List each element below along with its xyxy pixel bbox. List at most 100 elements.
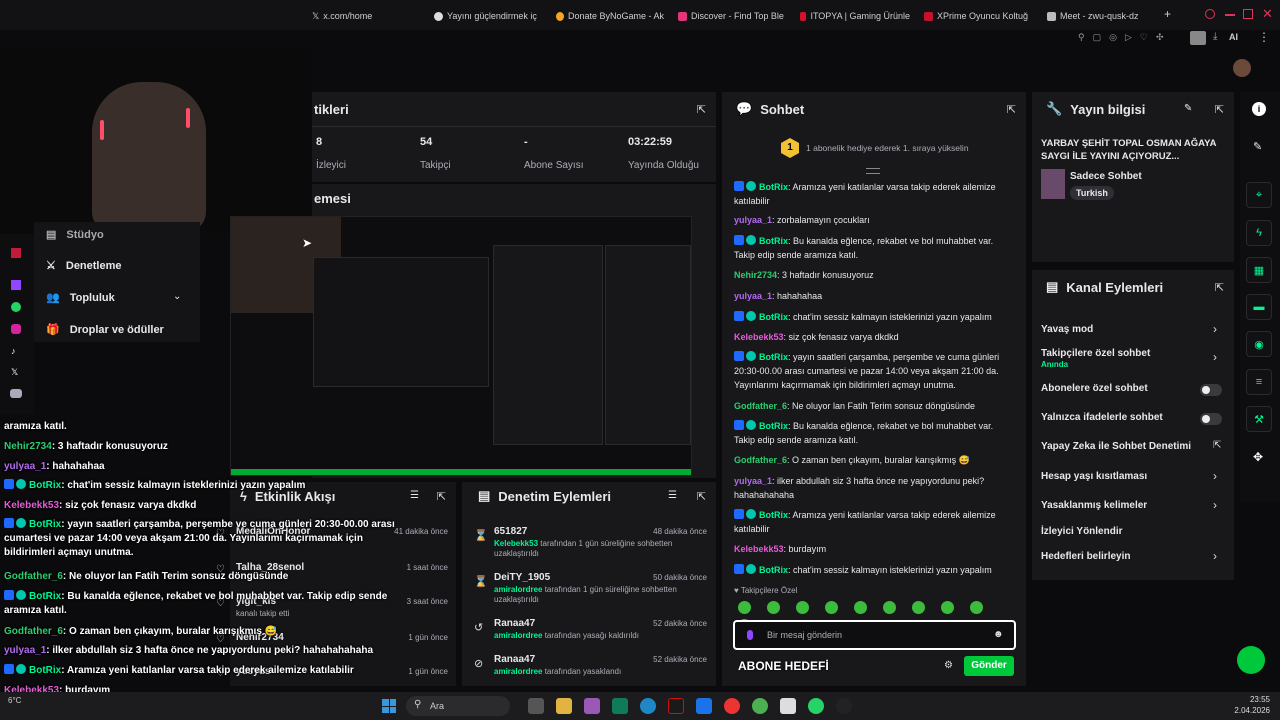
headset-button[interactable]: [1237, 646, 1265, 674]
send-button[interactable]: Gönder: [964, 656, 1014, 676]
clipboard-icon[interactable]: ▦: [1246, 257, 1272, 283]
popout-icon[interactable]: ⇱: [697, 490, 706, 503]
emote-icon[interactable]: [912, 601, 925, 614]
channel-action-item[interactable]: İzleyici Yönlendir: [1041, 526, 1123, 537]
emote-icon[interactable]: [883, 601, 896, 614]
clock-time[interactable]: 23:55: [1222, 695, 1270, 704]
channel-action-item[interactable]: Hesap yaşı kısıtlaması: [1041, 471, 1147, 482]
mod-actor[interactable]: amiralordree: [494, 631, 542, 640]
chat-username[interactable]: Godfather_6: [734, 401, 787, 411]
new-tab-button[interactable]: +: [1164, 7, 1176, 21]
emote-icon[interactable]: [825, 601, 838, 614]
heart-icon[interactable]: ♡: [1140, 32, 1148, 44]
chat-username[interactable]: yulyaa_1: [734, 476, 772, 486]
broadcast-icon[interactable]: ◉: [1246, 331, 1272, 357]
channel-action-item[interactable]: Yalnızca ifadelerle sohbet: [1041, 412, 1163, 423]
tag-badge[interactable]: Turkish: [1070, 186, 1114, 200]
chat-username[interactable]: BotRix: [759, 182, 788, 192]
mail-icon[interactable]: [11, 248, 21, 258]
chat-icon[interactable]: ▬: [1246, 294, 1272, 320]
mod-target[interactable]: Ranaa47: [494, 618, 535, 629]
chat-username[interactable]: BotRix: [759, 236, 788, 246]
settings-icon[interactable]: ⚙: [944, 660, 953, 671]
toggle-switch[interactable]: [1200, 384, 1222, 396]
play-icon[interactable]: ▷: [1125, 32, 1132, 44]
close-icon[interactable]: ✕: [1262, 6, 1273, 22]
tab-xprime[interactable]: XPrime Oyuncu Koltuğ: [924, 9, 1032, 23]
taskbar-search[interactable]: ⚲ Ara: [406, 696, 510, 716]
wrench-icon[interactable]: ⚒: [1246, 406, 1272, 432]
info-icon[interactable]: i: [1252, 102, 1266, 116]
chevron-down-icon[interactable]: ⌄: [173, 291, 181, 302]
chat-username[interactable]: Godfather_6: [734, 455, 787, 465]
twitch-icon[interactable]: [11, 280, 21, 290]
menu-item-community[interactable]: 👥 Topluluk: [46, 291, 115, 305]
channel-action-item[interactable]: Takipçilere özel sohbet: [1041, 348, 1150, 359]
app-icon[interactable]: [668, 698, 684, 714]
chat-username[interactable]: BotRix: [759, 565, 788, 575]
popout-icon[interactable]: ⇱: [437, 490, 446, 503]
tab-discover[interactable]: Discover - Find Top Ble: [678, 9, 786, 23]
mic-icon[interactable]: [747, 630, 753, 640]
chat-username[interactable]: Kelebekk53: [734, 332, 784, 342]
category-thumbnail[interactable]: [1041, 169, 1065, 199]
chat-username[interactable]: BotRix: [759, 421, 788, 431]
chevron-right-icon[interactable]: ›: [1213, 549, 1217, 563]
pin-icon[interactable]: ⚲: [1078, 32, 1085, 44]
tab-boost[interactable]: Yayını güçlendirmek iç: [434, 9, 542, 23]
emote-icon[interactable]: [970, 601, 983, 614]
mod-target[interactable]: 651827: [494, 526, 527, 537]
mod-actor[interactable]: amiralordree: [494, 667, 542, 676]
chat-username[interactable]: BotRix: [759, 312, 788, 322]
discord-icon[interactable]: [10, 389, 22, 398]
menu-icon[interactable]: ⋮: [1258, 30, 1270, 44]
chat-username[interactable]: BotRix: [759, 352, 788, 362]
mod-actor[interactable]: amiralordree: [494, 585, 542, 594]
emote-icon[interactable]: [738, 601, 751, 614]
opera-icon[interactable]: [724, 698, 740, 714]
mod-target[interactable]: Ranaa47: [494, 654, 535, 665]
ai-button[interactable]: AI: [1229, 32, 1238, 42]
chevron-right-icon[interactable]: ›: [1213, 498, 1217, 512]
record-icon[interactable]: ◎: [1109, 32, 1117, 44]
edge-icon[interactable]: [640, 698, 656, 714]
drag-handle-icon[interactable]: [866, 168, 880, 174]
popout-icon[interactable]: ⇱: [1215, 281, 1224, 294]
lightning-icon[interactable]: ϟ: [1246, 220, 1272, 246]
tab-meet[interactable]: Meet - zwu-qusk-dz: [1047, 9, 1157, 23]
menu-item-moderation[interactable]: ⚔ Denetleme: [46, 259, 122, 273]
screenshot-icon[interactable]: ▢: [1093, 32, 1102, 44]
tab-x[interactable]: 𝕏x.com/home: [312, 9, 422, 23]
category-name[interactable]: Sadece Sohbet: [1070, 171, 1142, 182]
stream-preview-video[interactable]: [230, 216, 692, 476]
chevron-right-icon[interactable]: ›: [1213, 350, 1217, 364]
filter-icon[interactable]: ☰: [668, 490, 677, 501]
emote-icon[interactable]: [854, 601, 867, 614]
external-link-icon[interactable]: ⇱: [1213, 440, 1221, 451]
tab-itopya[interactable]: ITOPYA | Gaming Ürünle: [800, 9, 910, 23]
target-icon[interactable]: ⌖: [1246, 182, 1272, 208]
extensions-icon[interactable]: ✥: [1253, 450, 1263, 464]
menu-item-studio[interactable]: ▤ Stüdyo: [46, 228, 104, 242]
chat-input[interactable]: Bir mesaj gönderin ☻: [733, 620, 1016, 650]
chat-username[interactable]: yulyaa_1: [734, 215, 772, 225]
tab-bynogame[interactable]: Donate ByNoGame - Ak: [556, 9, 664, 23]
search-icon[interactable]: [1205, 9, 1215, 19]
maximize-icon[interactable]: [1243, 9, 1253, 19]
user-avatar[interactable]: [1233, 59, 1251, 77]
chat-username[interactable]: yulyaa_1: [734, 291, 772, 301]
emoji-icon[interactable]: ☻: [993, 629, 1004, 640]
chevron-right-icon[interactable]: ›: [1213, 322, 1217, 336]
app-icon[interactable]: [780, 698, 796, 714]
toggle-switch[interactable]: [1200, 413, 1222, 425]
folder-icon[interactable]: [556, 698, 572, 714]
mod-target[interactable]: DeiTY_1905: [494, 572, 550, 583]
channel-action-item[interactable]: Hedefleri belirleyin: [1041, 551, 1130, 562]
weather[interactable]: 6°C: [8, 696, 21, 705]
chrome-icon[interactable]: [752, 698, 768, 714]
whatsapp-icon[interactable]: [11, 302, 21, 312]
pencil-icon[interactable]: ✎: [1253, 140, 1262, 153]
instagram-icon[interactable]: [11, 324, 21, 334]
chevron-right-icon[interactable]: ›: [1213, 469, 1217, 483]
minimize-icon[interactable]: [1225, 14, 1235, 16]
